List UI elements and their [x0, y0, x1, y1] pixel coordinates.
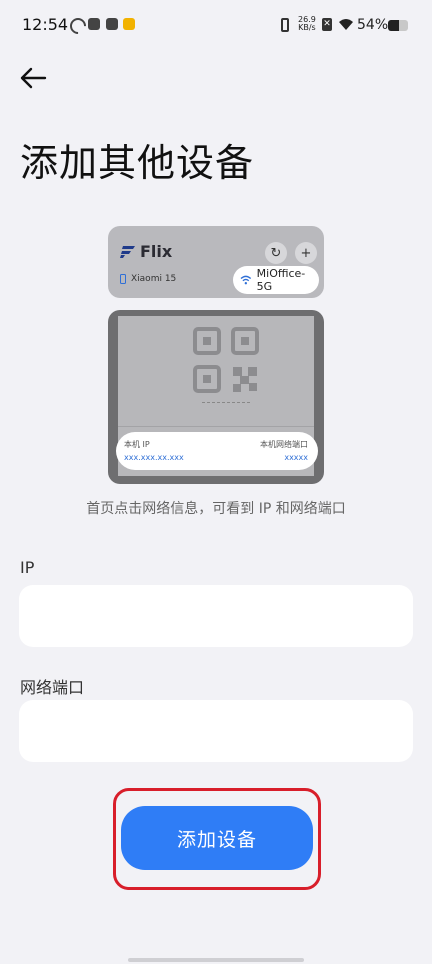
ip-info-label: 本机 IP — [124, 440, 150, 449]
back-button[interactable] — [14, 60, 52, 96]
illustration-app-header: Flix ↻ + Xiaomi 15 MiOffice-5G — [108, 226, 324, 298]
ip-info-value: xxx.xxx.xx.xxx — [124, 453, 184, 462]
home-indicator[interactable] — [128, 958, 304, 962]
flix-logo: Flix — [120, 242, 172, 261]
ip-input[interactable] — [19, 585, 413, 647]
page-title: 添加其他设备 — [20, 141, 255, 185]
port-info-label: 本机网络端口 — [260, 440, 308, 449]
ip-field-label: IP — [20, 558, 35, 577]
vibrate-icon — [281, 18, 289, 32]
video-icon — [123, 18, 135, 30]
status-bar: 12:54 26.9 KB/s ✕ 54% — [0, 0, 432, 52]
wifi-pill: MiOffice-5G — [233, 266, 319, 294]
qr-code-icon — [193, 327, 259, 393]
port-field-label: 网络端口 — [20, 678, 85, 697]
wifi-icon — [240, 275, 252, 285]
plus-icon: + — [295, 242, 317, 264]
sync-icon — [70, 18, 82, 30]
hint-text: 首页点击网络信息，可看到 IP 和网络端口 — [86, 501, 346, 517]
add-device-button[interactable]: 添加设备 — [121, 806, 313, 870]
battery-percent: 54% — [357, 17, 389, 33]
battery-icon — [388, 20, 408, 31]
device-label: Xiaomi 15 — [120, 274, 176, 284]
network-speed-unit: KB/s — [298, 23, 316, 32]
device-name: Xiaomi 15 — [131, 274, 177, 284]
network-info-pill: 本机 IP 本机网络端口 xxx.xxx.xx.xxx xxxxx — [116, 432, 318, 470]
battery-fill — [388, 20, 399, 31]
network-speed: 26.9 KB/s — [298, 16, 316, 32]
play-icon — [106, 18, 118, 30]
qr-caption-line — [202, 402, 250, 403]
arrow-left-icon — [20, 67, 47, 89]
port-info-value: xxxxx — [284, 453, 308, 462]
divider — [118, 426, 314, 427]
no-sim-icon: ✕ — [322, 18, 332, 31]
flix-logo-icon — [120, 245, 135, 258]
port-input[interactable] — [19, 700, 413, 762]
mail-icon — [88, 18, 100, 30]
wifi-name: MiOffice-5G — [256, 267, 306, 293]
phone-icon — [120, 274, 126, 284]
wifi-status-icon — [339, 19, 353, 30]
app-name: Flix — [140, 242, 173, 261]
status-time: 12:54 — [22, 15, 69, 34]
refresh-icon: ↻ — [265, 242, 287, 264]
